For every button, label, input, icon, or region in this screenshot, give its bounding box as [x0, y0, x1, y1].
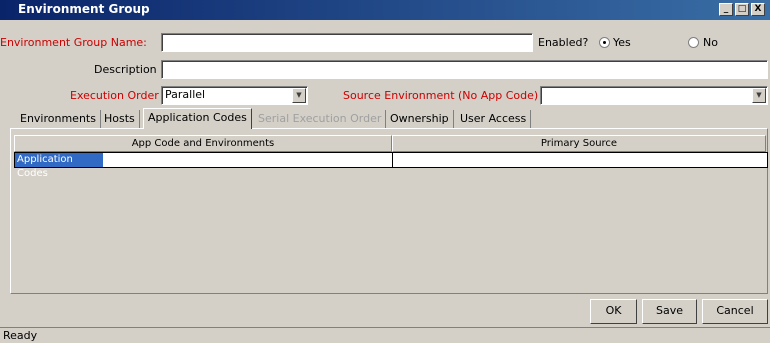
enabled-no-label: No [703, 36, 718, 49]
enabled-label: Enabled? [538, 36, 589, 49]
tab-environments[interactable]: Environments [16, 110, 101, 128]
enabled-yes-radio[interactable] [599, 37, 610, 48]
source-env-label: Source Environment (No App Code) [343, 89, 539, 102]
minimize-button[interactable]: _ [719, 3, 733, 16]
source-env-select[interactable]: ▼ [540, 86, 768, 105]
enabled-yes-label: Yes [613, 36, 631, 49]
chevron-down-icon[interactable]: ▼ [752, 88, 766, 103]
tab-application-codes[interactable]: Application Codes [143, 108, 252, 129]
row-primary-source-cell[interactable] [393, 153, 766, 167]
save-button[interactable]: Save [642, 299, 697, 324]
execution-order-value: Parallel [165, 88, 206, 101]
enabled-no-radio[interactable] [688, 37, 699, 48]
tab-hosts[interactable]: Hosts [100, 110, 140, 128]
description-input[interactable] [161, 60, 768, 79]
description-label: Description [94, 63, 157, 76]
window-title: Environment Group [18, 2, 150, 16]
tab-serial-execution-order: Serial Execution Order [254, 110, 387, 128]
row-app-code-cell[interactable]: Application Codes [15, 153, 103, 179]
group-name-label: Environment Group Name: [0, 36, 147, 49]
maximize-button[interactable]: □ [735, 3, 749, 16]
ok-button[interactable]: OK [590, 299, 637, 324]
tab-user-access[interactable]: User Access [456, 110, 532, 128]
status-bar: Ready [0, 327, 770, 343]
column-header-app-code[interactable]: App Code and Environments [14, 135, 392, 152]
close-button[interactable]: X [751, 3, 765, 16]
cancel-button[interactable]: Cancel [702, 299, 768, 324]
execution-order-select[interactable]: Parallel ▼ [161, 86, 308, 105]
chevron-down-icon[interactable]: ▼ [292, 88, 306, 103]
execution-order-label: Execution Order [70, 89, 159, 102]
group-name-input[interactable] [161, 33, 533, 52]
tab-ownership[interactable]: Ownership [386, 110, 454, 128]
column-header-primary-source[interactable]: Primary Source [392, 135, 766, 152]
